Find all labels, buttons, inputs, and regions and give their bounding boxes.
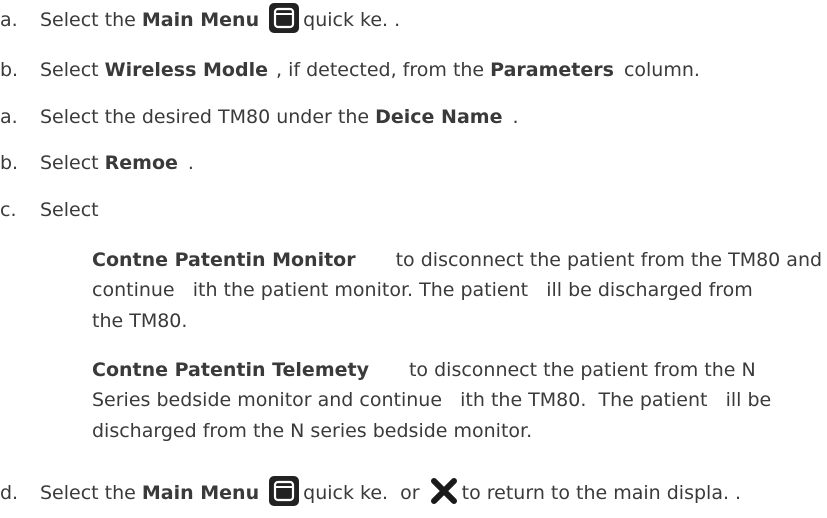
option-continue-telemetry-line3: discharged from the N series bedside mon… (92, 419, 532, 443)
option-text: to disconnect the patient from the N (408, 359, 756, 381)
step-text-mid: quick ke. or (303, 482, 420, 504)
option-continue-monitor-line3: the TM80. (92, 309, 187, 333)
option-text: the TM80. (92, 310, 188, 332)
main-menu-icon (269, 476, 300, 506)
step-text: Select (40, 199, 99, 221)
continue-telemetry-label: Contne Patentin Telemety (92, 359, 369, 381)
step-marker: a. (0, 106, 18, 128)
option-continue-monitor-line1: Contne Patentin Monitor to disconnect the… (92, 248, 822, 272)
step-a-main-menu: a. Select the Main Menu quick ke. . (0, 3, 400, 33)
step-d-return: d. Select the Main Menu quick ke. or to r… (0, 476, 741, 506)
option-text: continue ith the patient monitor. The pa… (92, 279, 753, 301)
device-name-label: Deice Name (375, 106, 503, 128)
step-c-select: c. Select (0, 198, 99, 222)
step-text-suffix: to return to the main displa. . (461, 482, 742, 504)
option-text: discharged from the N series bedside mon… (92, 420, 533, 442)
option-continue-telemetry-line2: Series bedside monitor and continue ith … (92, 388, 771, 412)
option-continue-monitor-line2: continue ith the patient monitor. The pa… (92, 278, 753, 302)
close-x-icon (430, 477, 458, 505)
step-text-suffix: . (187, 152, 194, 174)
main-menu-label: Main Menu (141, 482, 260, 504)
step-marker: a. (0, 9, 18, 31)
step-marker: d. (0, 482, 19, 504)
step-text: Select the desired TM80 under the (40, 106, 376, 128)
option-continue-telemetry-line1: Contne Patentin Telemety to disconnect th… (92, 358, 756, 382)
step-b-wireless-module: b. Select Wireless Modle , if detected, fr… (0, 58, 700, 82)
wireless-module-label: Wireless Modle (104, 59, 268, 81)
option-text: Series bedside monitor and continue ith … (92, 389, 772, 411)
step-text-suffix: . (512, 106, 519, 128)
step-text-suffix: quick ke. . (303, 9, 401, 31)
option-text: to disconnect the patient from the TM80 … (395, 249, 823, 271)
step-text-suffix: column. (623, 59, 700, 81)
step-marker: c. (0, 199, 17, 221)
step-text: Select (40, 152, 105, 174)
remove-label: Remoe (104, 152, 178, 174)
step-b-remove: b. Select Remoe. (0, 151, 194, 175)
step-text: Select the (40, 9, 142, 31)
step-a-device-name: a. Select the desired TM80 under the Deic… (0, 105, 519, 129)
step-text: Select the (40, 482, 142, 504)
main-menu-label: Main Menu (141, 9, 260, 31)
step-marker: b. (0, 59, 19, 81)
step-marker: b. (0, 152, 19, 174)
parameters-label: Parameters (490, 59, 614, 81)
continue-monitor-label: Contne Patentin Monitor (92, 249, 356, 271)
main-menu-icon (269, 3, 300, 33)
step-text: Select (40, 59, 105, 81)
step-text-mid: , if detected, from the (275, 59, 491, 81)
